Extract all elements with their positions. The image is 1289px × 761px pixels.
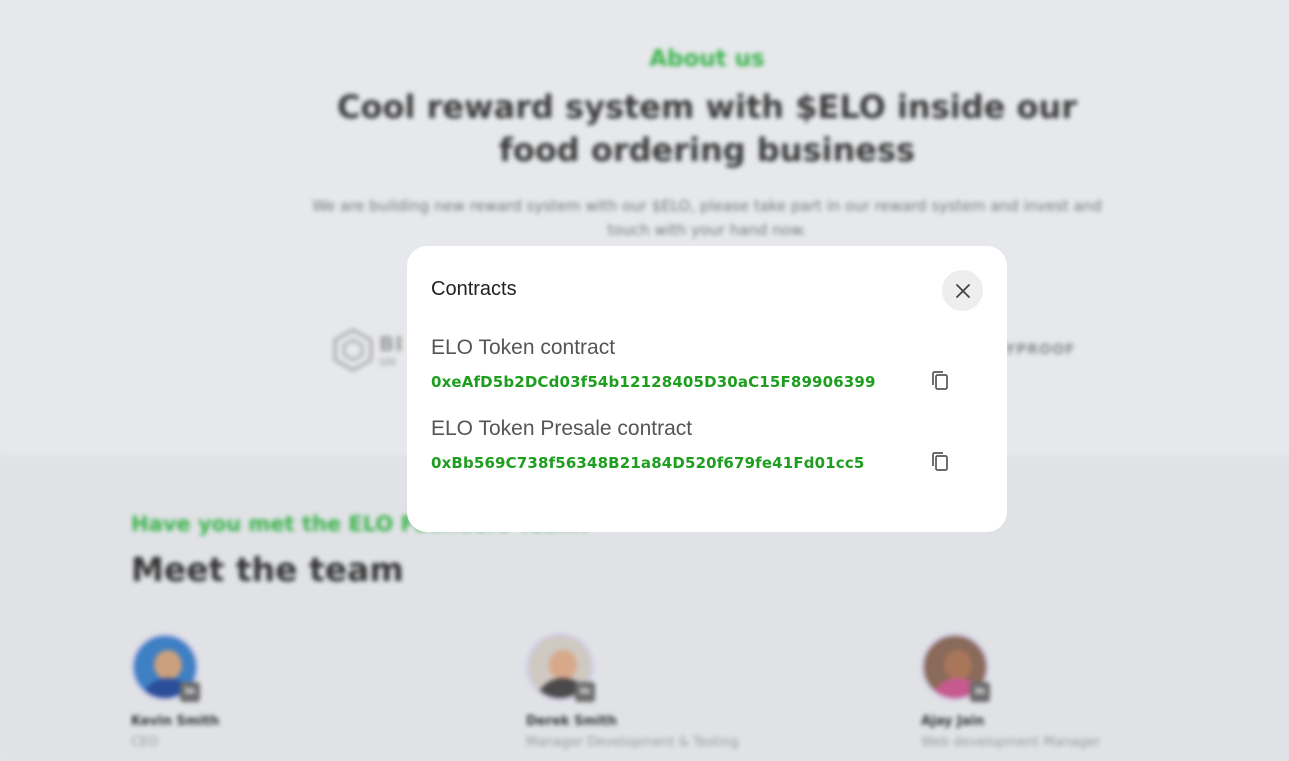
about-title: Cool reward system with $ELO inside our …: [337, 88, 1077, 169]
partner-left-subname: SM: [379, 355, 396, 369]
modal-title: Contracts: [431, 278, 517, 300]
contract-address[interactable]: 0xBb569C738f56348B21a84D520f679fe41Fd01c…: [431, 454, 983, 472]
about-eyebrow: About us: [649, 46, 765, 72]
member-name: Ajay Jain: [921, 714, 985, 729]
cube-logo-icon: [333, 328, 373, 372]
team-title: Meet the team: [131, 550, 404, 589]
partner-logo-right: YPROOF: [1005, 342, 1076, 358]
partner-left-name: BI: [379, 331, 404, 356]
partner-logo-left: BI SM: [333, 328, 404, 372]
contract-item-token: ELO Token contract 0xeAfD5b2DCd03f54b121…: [431, 336, 983, 391]
copy-icon: [932, 452, 948, 471]
member-role: Web development Manager: [921, 735, 1101, 750]
copy-icon: [932, 371, 948, 390]
close-icon: [955, 283, 970, 298]
linkedin-icon[interactable]: in: [180, 682, 200, 702]
member-role: Manager Development & Testing: [526, 735, 739, 750]
close-button[interactable]: [942, 270, 983, 311]
team-member-card: in Ajay Jain Web development Manager: [921, 633, 1181, 750]
contract-item-presale: ELO Token Presale contract 0xBb569C738f5…: [431, 417, 983, 472]
team-member-card: in Derek Smith Manager Development & Tes…: [526, 633, 786, 750]
copy-button[interactable]: [928, 450, 952, 474]
linkedin-icon[interactable]: in: [575, 682, 595, 702]
member-role: CEO: [131, 735, 159, 750]
about-description: We are building new reward system with o…: [312, 197, 1102, 239]
member-name: Kevin Smith: [131, 714, 220, 729]
member-name: Derek Smith: [526, 714, 617, 729]
contracts-modal: Contracts ELO Token contract 0xeAfD5b2DC…: [407, 246, 1007, 532]
copy-button[interactable]: [928, 369, 952, 393]
team-member-card: in Kevin Smith CEO: [131, 633, 391, 750]
contract-label: ELO Token contract: [431, 336, 616, 359]
contract-address[interactable]: 0xeAfD5b2DCd03f54b12128405D30aC15F899063…: [431, 373, 983, 391]
linkedin-icon[interactable]: in: [970, 682, 990, 702]
contract-label: ELO Token Presale contract: [431, 417, 693, 440]
